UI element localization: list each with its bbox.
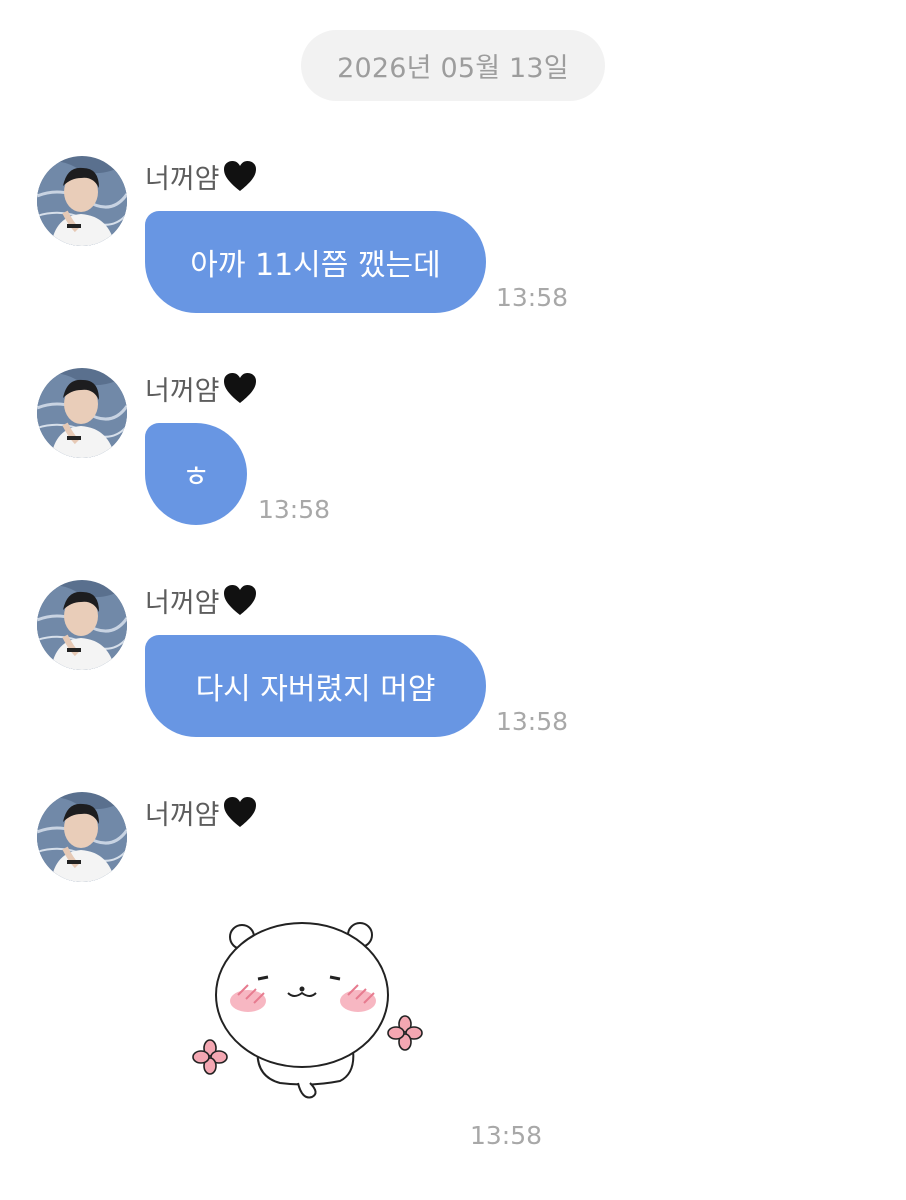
flower-icon (387, 1015, 423, 1051)
sender-name: 너꺼얌 (145, 368, 258, 408)
message-bubble[interactable]: 다시 자버렸지 머얌 (145, 635, 486, 737)
sender-name: 너꺼얌 (145, 580, 258, 620)
avatar[interactable] (37, 580, 127, 670)
message-timestamp: 13:58 (470, 1121, 543, 1150)
message-timestamp: 13:58 (496, 283, 569, 312)
chat-screen: 2026년 05월 13일 너꺼얌 아까 11시쯤 깼는데 13:58 너꺼얌 … (0, 0, 906, 1200)
message-text: 아까 11시쯤 깼는데 (190, 248, 441, 283)
message-bubble[interactable]: 아까 11시쯤 깼는데 (145, 211, 486, 313)
blushing-bear-sticker[interactable] (190, 915, 430, 1105)
black-heart-icon (223, 585, 256, 615)
black-heart-icon (223, 373, 256, 403)
sender-name: 너꺼얌 (145, 156, 258, 196)
message-timestamp: 13:58 (258, 495, 331, 524)
avatar[interactable] (37, 368, 127, 458)
message-text: ㅎ (182, 460, 210, 495)
sender-name: 너꺼얌 (145, 792, 258, 832)
date-divider-label: 2026년 05월 13일 (337, 53, 569, 84)
avatar[interactable] (37, 792, 127, 882)
message-timestamp: 13:58 (496, 707, 569, 736)
flower-icon (192, 1039, 228, 1075)
message-bubble[interactable]: ㅎ (145, 423, 247, 525)
date-divider: 2026년 05월 13일 (301, 30, 605, 101)
black-heart-icon (223, 797, 256, 827)
black-heart-icon (223, 161, 256, 191)
avatar[interactable] (37, 156, 127, 246)
message-text: 다시 자버렸지 머얌 (195, 672, 436, 707)
